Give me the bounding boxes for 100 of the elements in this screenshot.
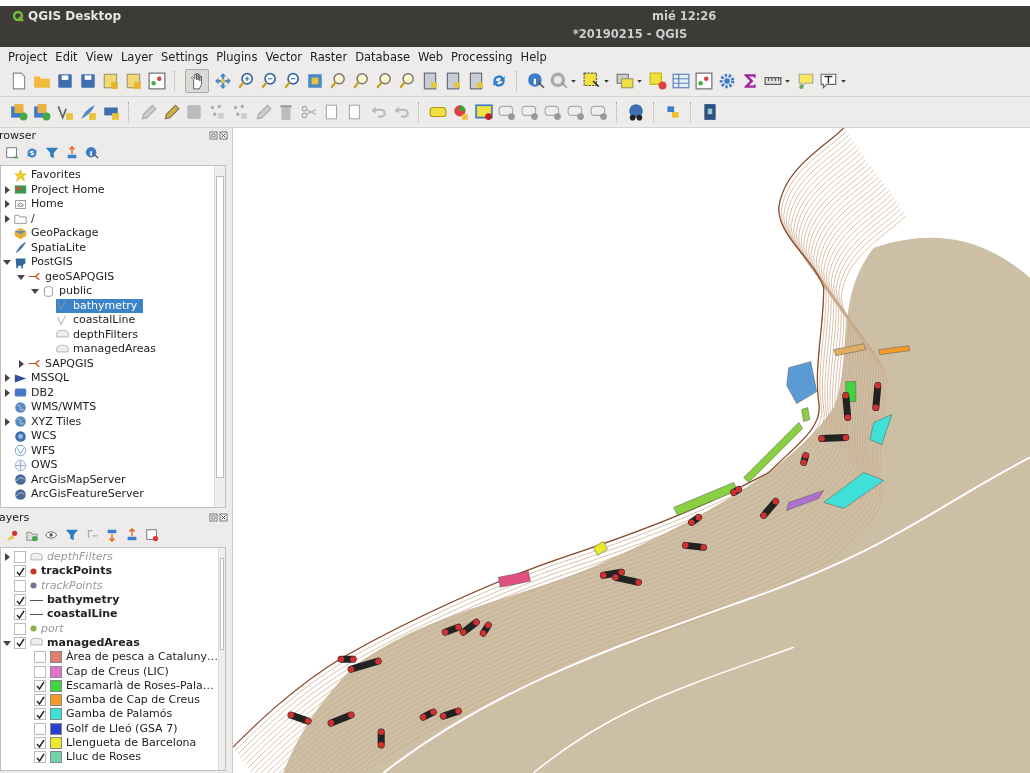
menu-item[interactable]: Plugins	[216, 50, 258, 63]
close-icon[interactable]	[219, 131, 228, 140]
legend-entry[interactable]: Àrea de pesca a Cataluny…	[66, 650, 219, 665]
bookmark-book-icon[interactable]	[467, 72, 485, 90]
menu-item[interactable]: Layer	[120, 50, 153, 63]
tree-item[interactable]: WMS/WMTS	[14, 400, 103, 415]
collapse-all-icon[interactable]	[125, 528, 139, 542]
text-annotation-icon[interactable]	[820, 72, 838, 90]
add-selection-icon[interactable]	[5, 146, 19, 160]
checkbox[interactable]	[14, 551, 26, 564]
tree-item[interactable]: depthFilters	[56, 327, 144, 342]
deselect-icon[interactable]	[649, 72, 667, 90]
tree-item[interactable]: Favorites	[14, 168, 87, 183]
statistics-icon[interactable]	[695, 72, 713, 90]
bookmark-icon[interactable]	[421, 72, 439, 90]
checkbox[interactable]	[34, 679, 46, 692]
legend-entry[interactable]: Lluc de Roses	[66, 750, 142, 765]
pie-diagram-icon[interactable]	[452, 103, 470, 121]
close-icon[interactable]	[219, 513, 228, 522]
tree-item[interactable]: XYZ Tiles	[14, 414, 88, 429]
expand-arrow-icon[interactable]	[3, 258, 11, 267]
tree-item[interactable]: PostGIS	[14, 255, 79, 270]
label-rotate-icon[interactable]	[567, 103, 585, 121]
tree-item[interactable]: SpatiaLite	[14, 240, 93, 255]
menu-item[interactable]: Web	[418, 50, 444, 63]
tree-item[interactable]: WFS	[14, 443, 61, 458]
select-icon[interactable]	[583, 72, 601, 90]
scrollbar[interactable]	[218, 548, 225, 770]
select-stack-icon[interactable]	[616, 72, 634, 90]
tree-item[interactable]: ArcGisFeatureServer	[14, 487, 150, 502]
label-lock-icon[interactable]	[475, 103, 493, 121]
new-file-icon[interactable]	[10, 72, 28, 90]
checkbox[interactable]	[14, 579, 26, 592]
attribute-table-icon[interactable]	[672, 72, 690, 90]
expand-arrow-icon[interactable]	[3, 638, 11, 647]
remove-layer-icon[interactable]	[145, 528, 159, 542]
info-icon[interactable]	[85, 146, 99, 160]
tree-item[interactable]: bathymetry	[56, 298, 144, 313]
bookmarks-icon[interactable]	[444, 72, 462, 90]
checkbox[interactable]	[34, 651, 46, 664]
legend-entry[interactable]: Llengueta de Barcelona	[66, 736, 197, 750]
legend-entry[interactable]: managedAreas	[47, 635, 140, 650]
scrollbar[interactable]	[214, 166, 225, 507]
zoom-selection-icon[interactable]	[329, 72, 347, 90]
style-manager-icon[interactable]	[148, 72, 166, 90]
checkbox[interactable]	[14, 594, 26, 607]
tree-item[interactable]: ArcGisMapServer	[14, 472, 132, 487]
pan-arrows-icon[interactable]	[214, 72, 232, 90]
feather-icon[interactable]	[79, 103, 97, 121]
zoom-in-icon[interactable]	[237, 72, 255, 90]
legend-entry[interactable]: Gamba de Cap de Creus	[66, 693, 201, 708]
checkbox[interactable]	[34, 694, 46, 707]
menu-item[interactable]: Help	[520, 50, 547, 63]
add-layers-icon[interactable]	[10, 103, 28, 121]
legend-entry[interactable]: bathymetry	[47, 593, 120, 608]
checkbox[interactable]	[34, 751, 46, 764]
trash-icon[interactable]	[277, 103, 295, 121]
menu-item[interactable]: Project	[8, 50, 48, 63]
tree-item[interactable]: DB2	[14, 385, 60, 400]
expand-arrow-icon[interactable]	[3, 214, 11, 223]
checkbox[interactable]	[34, 737, 46, 749]
tree-item[interactable]: coastalLine	[56, 313, 142, 328]
tree-item[interactable]: geoSAPQGIS	[28, 269, 121, 284]
add-layer-icon[interactable]	[33, 103, 51, 121]
style-brush-icon[interactable]	[5, 528, 19, 542]
zoom-out-icon[interactable]	[260, 72, 278, 90]
legend-entry[interactable]: coastalLine	[47, 607, 118, 622]
checkbox[interactable]	[34, 665, 46, 678]
refresh-icon[interactable]	[25, 146, 39, 160]
expand-arrow-icon[interactable]	[31, 287, 39, 296]
tree-item[interactable]: MSSQL	[14, 371, 76, 386]
globe-binoculars-icon[interactable]	[627, 103, 645, 121]
menu-item[interactable]: Database	[355, 50, 410, 63]
legend-entry[interactable]: Golf de Lleó (GSA 7)	[66, 721, 178, 736]
tree-item[interactable]: /	[14, 211, 41, 226]
checkbox[interactable]	[14, 636, 26, 649]
eye-icon[interactable]	[45, 528, 59, 542]
zoom-layer-icon[interactable]	[352, 72, 370, 90]
tree-item[interactable]: GeoPackage	[14, 226, 105, 241]
zoom-native-icon[interactable]	[283, 72, 301, 90]
menu-item[interactable]: Raster	[310, 50, 348, 63]
legend-entry[interactable]: Cap de Creus (LIC)	[66, 664, 169, 679]
identify-icon[interactable]	[527, 72, 545, 90]
menu-item[interactable]: View	[85, 50, 113, 63]
gear-icon[interactable]	[718, 72, 736, 90]
zoom-next-icon[interactable]	[398, 72, 416, 90]
pan-button[interactable]	[185, 69, 209, 93]
checkbox[interactable]	[14, 608, 26, 621]
checkbox[interactable]	[14, 622, 26, 635]
filter-icon[interactable]	[65, 528, 79, 542]
zoom-last-icon[interactable]	[375, 72, 393, 90]
tree-item[interactable]: WCS	[14, 429, 63, 444]
tree-item[interactable]: Home	[14, 197, 70, 212]
label-move-icon[interactable]	[544, 103, 562, 121]
menu-item[interactable]: Processing	[451, 50, 513, 63]
label-pin-icon[interactable]	[498, 103, 516, 121]
vector-icon[interactable]	[56, 103, 74, 121]
expand-arrow-icon[interactable]	[3, 417, 11, 426]
checkbox[interactable]	[14, 565, 26, 578]
app-menu[interactable]: QGIS Desktop	[12, 9, 652, 23]
